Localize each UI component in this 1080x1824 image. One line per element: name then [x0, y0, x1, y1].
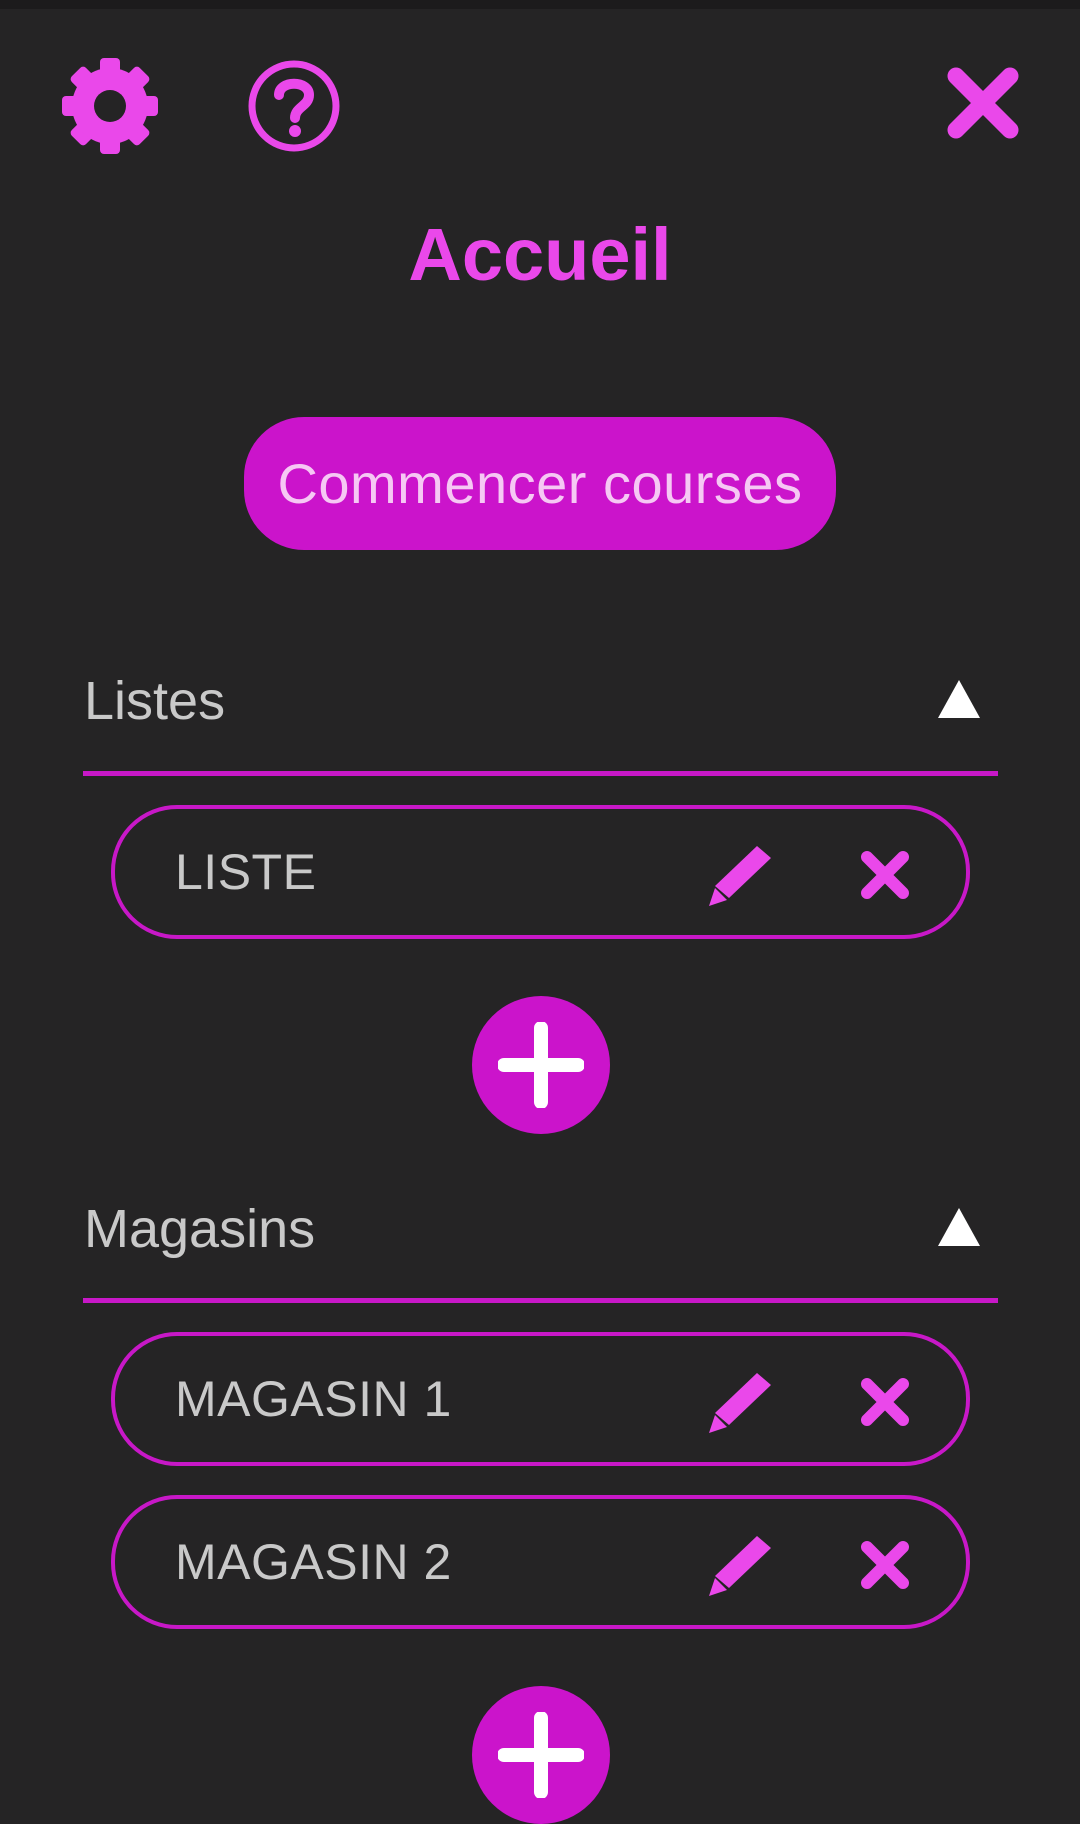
- stores-section-header[interactable]: Magasins: [84, 1188, 998, 1270]
- pencil-icon[interactable]: [707, 842, 775, 908]
- gear-icon: [62, 58, 158, 154]
- delete-icon[interactable]: [859, 849, 911, 901]
- triangle-up-icon[interactable]: [936, 1202, 982, 1252]
- lists-divider: [83, 771, 998, 776]
- lists-section-title: Listes: [84, 671, 226, 731]
- pencil-icon[interactable]: [707, 1532, 775, 1598]
- triangle-up-icon[interactable]: [936, 674, 982, 724]
- store-item-label: MAGASIN 1: [175, 1371, 452, 1427]
- add-list-button[interactable]: [472, 996, 610, 1134]
- add-store-button[interactable]: [472, 1686, 610, 1824]
- delete-icon[interactable]: [859, 1539, 911, 1591]
- start-shopping-button[interactable]: Commencer courses: [244, 417, 836, 550]
- store-item[interactable]: MAGASIN 2: [111, 1495, 970, 1629]
- status-bar: [0, 0, 1080, 9]
- stores-section-title: Magasins: [84, 1199, 316, 1259]
- plus-icon: [498, 1022, 584, 1108]
- delete-icon[interactable]: [859, 1376, 911, 1428]
- pencil-icon[interactable]: [707, 1369, 775, 1435]
- store-item[interactable]: MAGASIN 1: [111, 1332, 970, 1466]
- list-item-label: LISTE: [175, 844, 317, 900]
- stores-divider: [83, 1298, 998, 1303]
- settings-button[interactable]: [58, 54, 162, 158]
- help-circle-icon: [248, 60, 340, 152]
- lists-section-header[interactable]: Listes: [84, 660, 998, 742]
- page-title: Accueil: [408, 213, 672, 296]
- help-button[interactable]: [245, 57, 343, 155]
- list-item[interactable]: LISTE: [111, 805, 970, 939]
- close-button[interactable]: [942, 62, 1024, 144]
- store-item-label: MAGASIN 2: [175, 1534, 452, 1590]
- plus-icon: [498, 1712, 584, 1798]
- close-icon: [947, 67, 1019, 139]
